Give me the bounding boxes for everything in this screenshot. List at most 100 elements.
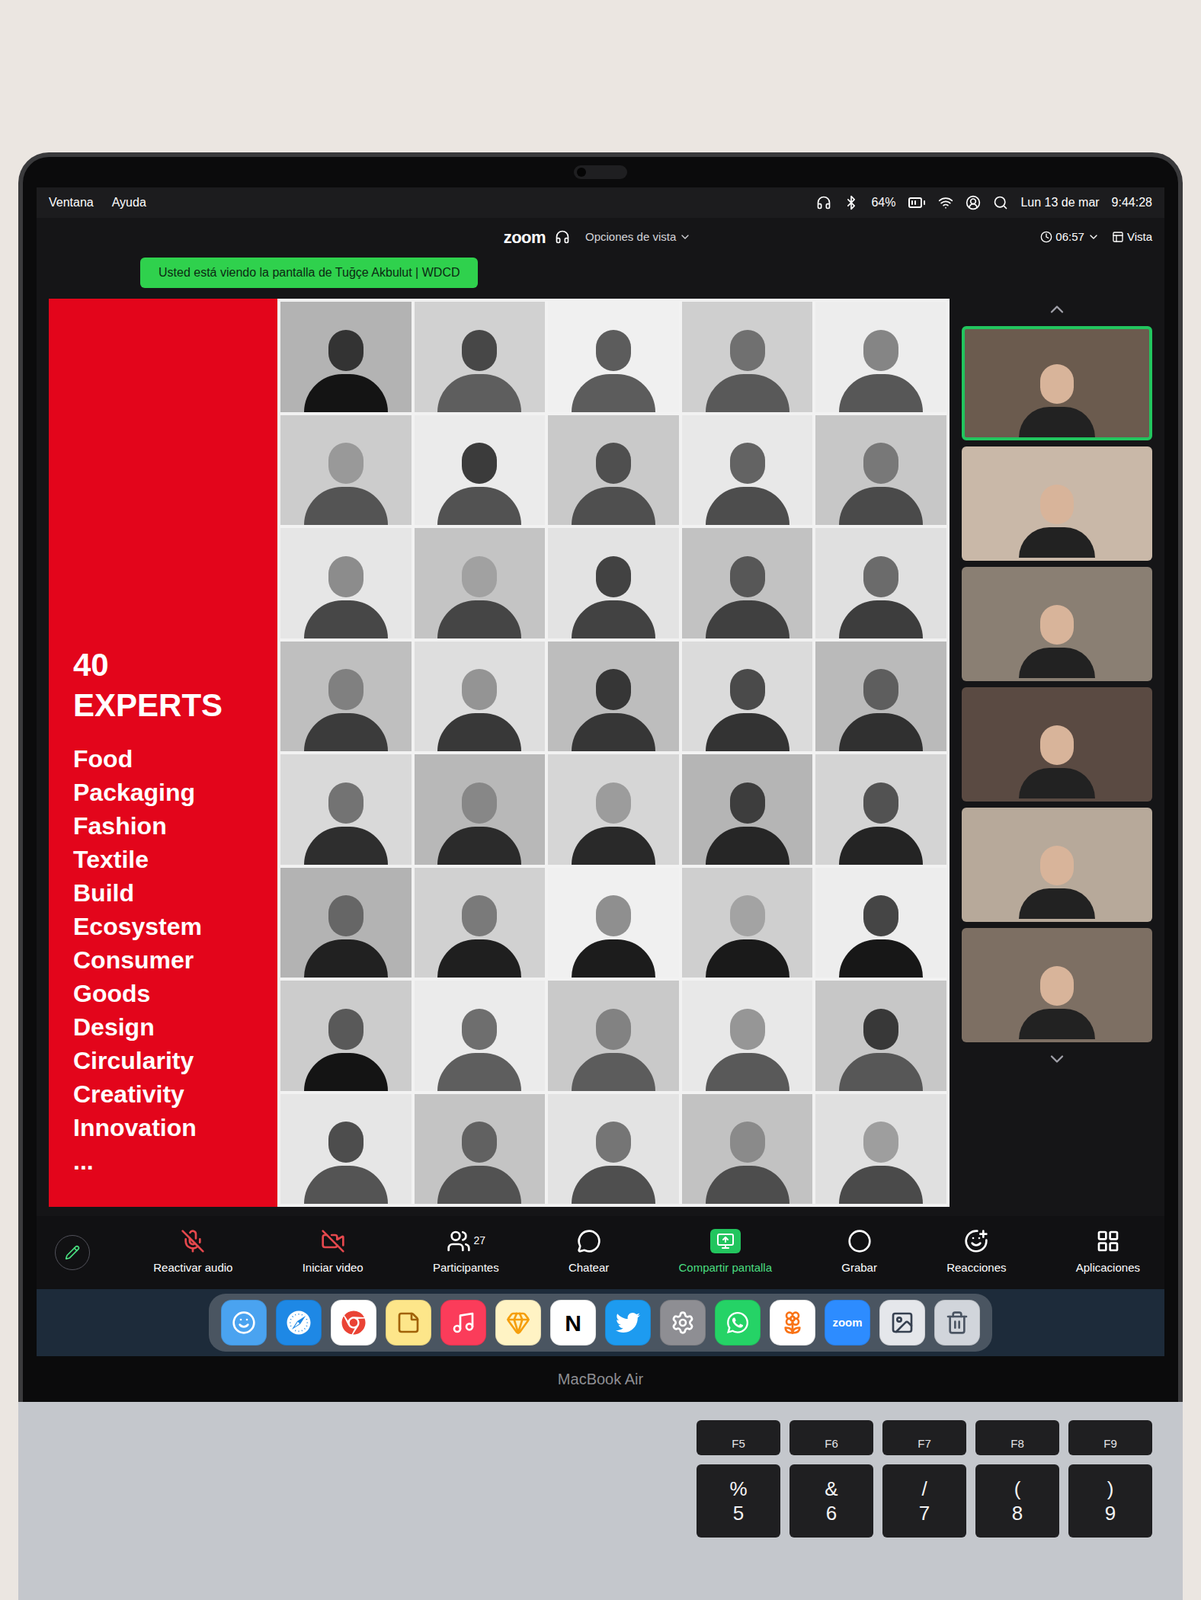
headphones-icon[interactable] — [816, 195, 832, 211]
number-key[interactable]: )9 — [1068, 1464, 1153, 1538]
expert-photo — [414, 754, 546, 865]
person-head — [328, 329, 364, 372]
dock-app[interactable] — [714, 1300, 761, 1346]
participant-head — [1040, 966, 1074, 1006]
expert-photo — [414, 301, 546, 413]
topic-item: Food — [73, 743, 254, 775]
expert-photo — [547, 1094, 679, 1205]
user-icon[interactable] — [965, 195, 981, 211]
person-head — [863, 669, 899, 711]
toolbar-icon-row: 27 — [446, 1229, 487, 1254]
dock-area: Nzoom — [36, 1289, 1165, 1357]
person-body — [571, 374, 656, 413]
dock-app[interactable]: N — [550, 1300, 596, 1346]
key-top: ( — [1014, 1476, 1022, 1503]
record-icon — [847, 1229, 872, 1254]
scroll-up-icon[interactable] — [1046, 298, 1068, 321]
number-key[interactable]: %5 — [696, 1464, 781, 1538]
expert-photo — [682, 641, 814, 753]
dock-app[interactable]: zoom — [824, 1300, 871, 1346]
toolbar-button[interactable]: Grabar — [835, 1226, 884, 1281]
person-silhouette — [304, 782, 388, 865]
view-button[interactable]: Vista — [1111, 228, 1153, 247]
number-key[interactable]: &6 — [789, 1464, 874, 1538]
pencil-icon — [64, 1245, 81, 1261]
dock-app[interactable] — [220, 1300, 267, 1346]
person-body — [839, 1053, 923, 1092]
wifi-icon[interactable] — [938, 195, 954, 211]
person-head — [461, 442, 497, 484]
toolbar-button[interactable]: Reactivar audio — [147, 1226, 239, 1281]
person-body — [571, 713, 656, 752]
participants-icon — [446, 1229, 471, 1254]
participant-tile[interactable] — [961, 928, 1153, 1043]
battery-icon[interactable] — [907, 193, 926, 212]
annotate-button[interactable] — [54, 1235, 90, 1271]
function-key[interactable]: F5 — [696, 1420, 781, 1456]
person-silhouette — [304, 895, 388, 978]
person-body — [839, 826, 923, 865]
expert-photo — [815, 415, 947, 526]
expert-photo — [280, 641, 412, 753]
expert-photo — [547, 754, 679, 865]
function-key[interactable]: F9 — [1068, 1420, 1153, 1456]
person-body — [571, 486, 656, 526]
participant-tile[interactable] — [961, 446, 1153, 561]
dock-app[interactable] — [605, 1300, 651, 1346]
person-body — [437, 1053, 522, 1092]
toolbar-icon-row — [710, 1229, 741, 1254]
scroll-down-icon[interactable] — [1046, 1048, 1068, 1070]
participant-tile[interactable] — [961, 807, 1153, 923]
participant-tile[interactable] — [961, 687, 1153, 802]
dock-app[interactable] — [330, 1300, 377, 1346]
dock-app[interactable] — [385, 1300, 432, 1346]
person-body — [705, 939, 790, 978]
participant-figure — [1018, 605, 1096, 679]
function-key[interactable]: F6 — [789, 1420, 874, 1456]
toolbar-button[interactable]: Chatear — [562, 1226, 615, 1281]
participant-tile[interactable] — [961, 566, 1153, 682]
expert-photo — [414, 641, 546, 753]
expert-photo — [414, 980, 546, 1092]
participant-figure — [1018, 484, 1096, 558]
function-key[interactable]: F8 — [975, 1420, 1060, 1456]
expert-photo — [280, 867, 412, 979]
dock-app[interactable] — [495, 1300, 542, 1346]
number-key[interactable]: (8 — [975, 1464, 1060, 1538]
person-head — [461, 669, 497, 711]
toolbar-button[interactable]: Aplicaciones — [1069, 1226, 1147, 1281]
person-body — [304, 939, 388, 978]
toolbar-button[interactable]: 27Participantes — [426, 1226, 506, 1281]
person-body — [437, 826, 522, 865]
bezel-bottom: MacBook Air — [36, 1356, 1165, 1403]
function-key[interactable]: F7 — [882, 1420, 967, 1456]
clock-icon — [1040, 230, 1053, 244]
dock-app[interactable] — [934, 1300, 981, 1346]
zoom-title: zoomOpciones de vista — [503, 224, 698, 250]
topic-item: Creativity — [73, 1079, 254, 1110]
menu-item[interactable]: Ayuda — [112, 193, 147, 212]
participant-tile[interactable] — [961, 326, 1153, 441]
search-icon[interactable] — [992, 195, 1009, 211]
toolbar-button[interactable]: Iniciar video — [296, 1226, 370, 1281]
bluetooth-icon[interactable] — [843, 195, 859, 211]
menu-item[interactable]: Ventana — [48, 193, 94, 212]
expert-photo — [414, 867, 546, 979]
expert-photo — [682, 754, 814, 865]
dock-app[interactable] — [659, 1300, 706, 1346]
toolbar-button[interactable]: Reacciones — [940, 1226, 1013, 1281]
dock-app[interactable] — [440, 1300, 487, 1346]
topic-item: Circularity — [73, 1045, 254, 1077]
number-key-row: %5&6/7(8)9 — [48, 1464, 1153, 1538]
person-head — [328, 895, 364, 937]
toolbar-button[interactable]: Compartir pantalla — [672, 1226, 779, 1281]
dock-app[interactable] — [879, 1300, 926, 1346]
person-body — [705, 713, 790, 752]
number-key[interactable]: /7 — [882, 1464, 967, 1538]
finder-icon — [231, 1310, 257, 1336]
dock-app[interactable] — [275, 1300, 322, 1346]
dock-app[interactable] — [769, 1300, 816, 1346]
person-head — [730, 1121, 766, 1163]
person-silhouette — [304, 442, 388, 526]
view-options-button[interactable]: Opciones de vista — [579, 225, 698, 250]
